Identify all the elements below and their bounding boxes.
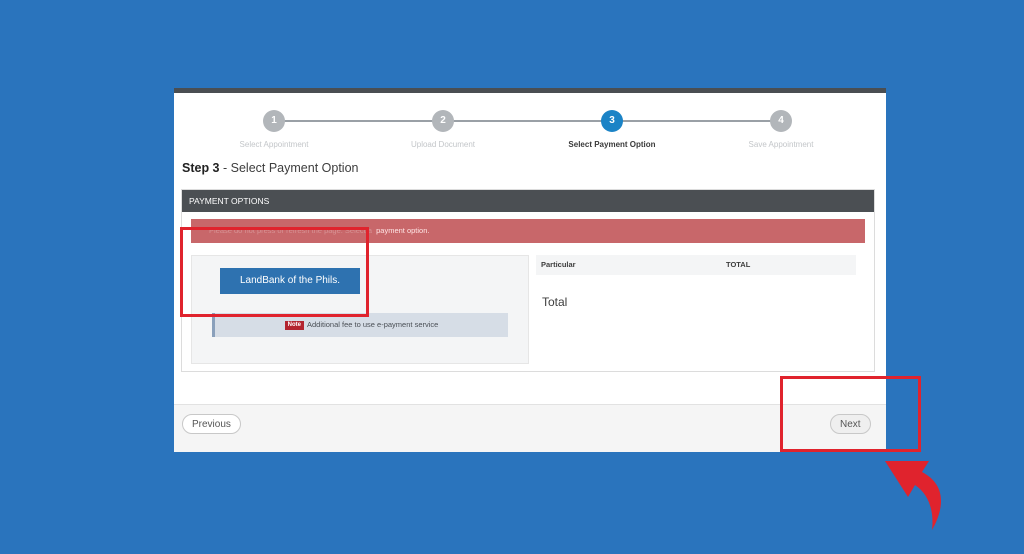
alert-message: payment option. xyxy=(376,226,430,235)
previous-button[interactable]: Previous xyxy=(182,414,241,434)
page-title: Step 3 - Select Payment Option xyxy=(182,161,358,175)
step-3-indicator[interactable]: 3 xyxy=(601,110,623,132)
step-2-indicator[interactable]: 2 xyxy=(432,110,454,132)
summary-table-header: Particular TOTAL xyxy=(536,255,856,275)
step-2-label: Upload Document xyxy=(410,140,476,149)
fee-note-text: Additional fee to use e-payment service xyxy=(307,320,439,329)
step-4-indicator[interactable]: 4 xyxy=(770,110,792,132)
payment-summary: Particular TOTAL Total xyxy=(536,255,856,362)
top-border xyxy=(174,88,886,93)
note-badge: Note xyxy=(284,321,304,330)
stepper-line-1 xyxy=(274,120,443,122)
highlight-box-landbank xyxy=(180,227,369,317)
step-4-label: Save Appointment xyxy=(748,140,814,149)
step-1-indicator[interactable]: 1 xyxy=(263,110,285,132)
column-total: TOTAL xyxy=(726,260,751,269)
panel-heading: PAYMENT OPTIONS xyxy=(182,190,874,212)
column-particular: Particular xyxy=(541,260,576,269)
step-3-label: Select Payment Option xyxy=(568,140,656,149)
step-1-label: Select Appointment xyxy=(239,140,309,149)
step-number: Step 3 xyxy=(182,161,220,175)
pointer-arrow-icon xyxy=(885,461,942,530)
step-title-text: - Select Payment Option xyxy=(219,161,359,175)
stepper-line-2 xyxy=(443,120,612,122)
stepper-line-3 xyxy=(612,120,781,122)
total-label: Total xyxy=(542,295,568,309)
